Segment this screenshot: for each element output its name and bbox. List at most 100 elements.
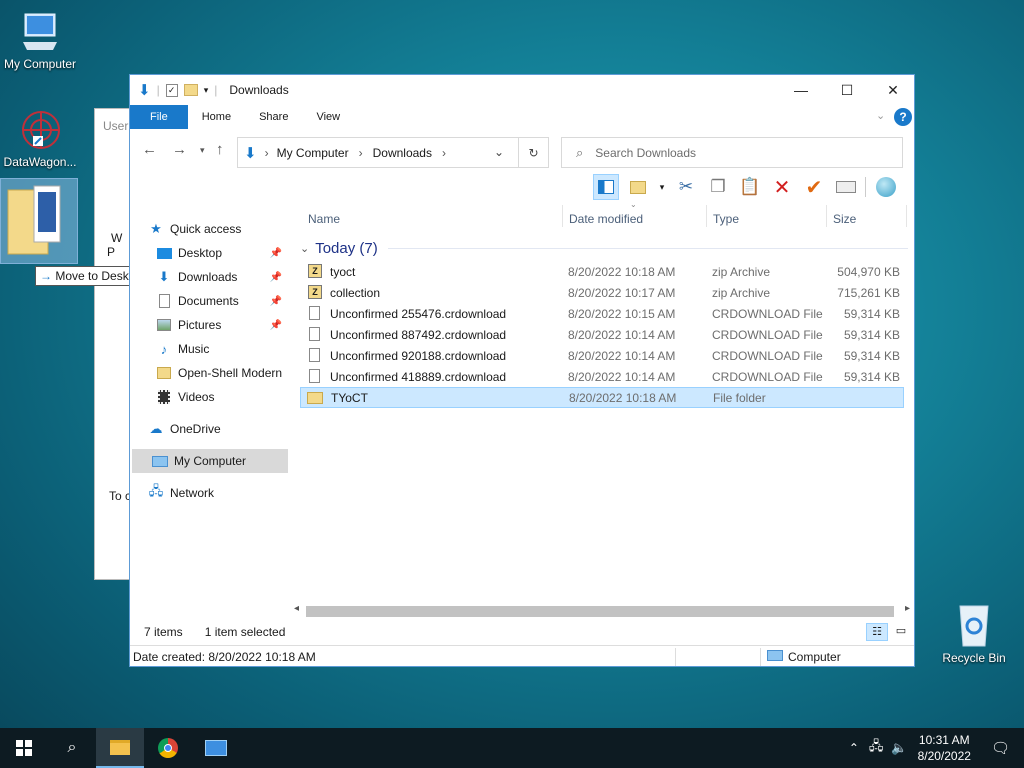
- properties-icon[interactable]: ✓: [165, 83, 178, 97]
- desktop-icon-label: My Computer: [3, 57, 77, 71]
- large-icons-view-button[interactable]: ▭: [891, 623, 911, 641]
- breadcrumb-downloads[interactable]: Downloads: [373, 146, 432, 160]
- nav-quick-access[interactable]: ★ Quick access: [148, 217, 304, 241]
- file-size: 59,314 KB: [843, 306, 900, 321]
- maximize-button[interactable]: ☐: [824, 75, 870, 105]
- nav-label: Music: [178, 342, 210, 356]
- column-header-size[interactable]: Size: [833, 207, 856, 231]
- taskbar-file-explorer[interactable]: [96, 728, 144, 768]
- nav-desktop[interactable]: Desktop 📌: [156, 241, 286, 265]
- nav-documents[interactable]: Documents 📌: [156, 289, 286, 313]
- tab-home[interactable]: Home: [188, 105, 245, 129]
- cut-button[interactable]: ✂: [673, 174, 699, 200]
- address-dropdown-icon[interactable]: ⌄: [494, 145, 504, 159]
- breadcrumb-separator[interactable]: ›: [359, 146, 363, 160]
- new-folder-icon[interactable]: [183, 84, 198, 96]
- clock[interactable]: 10:31 AM 8/20/2022: [908, 732, 981, 764]
- explorer-window[interactable]: ⬇ | ✓ ▾ | Downloads — ☐ ✕ File Home Shar…: [129, 74, 915, 667]
- group-header[interactable]: ⌄ Today (7): [298, 237, 908, 259]
- column-separator[interactable]: [706, 205, 707, 227]
- column-header-date[interactable]: Date modified: [569, 207, 643, 231]
- folder-view-icon: [630, 180, 646, 194]
- globe-button[interactable]: [873, 174, 899, 200]
- nav-label: Videos: [178, 390, 215, 404]
- table-row[interactable]: Unconfirmed 255476.crdownload 8/20/2022 1…: [300, 303, 904, 324]
- file-name: Unconfirmed 255476.crdownload: [330, 306, 507, 321]
- copy-button[interactable]: ❐: [705, 174, 731, 200]
- tab-share[interactable]: Share: [245, 105, 302, 129]
- rename-button[interactable]: [833, 174, 859, 200]
- desktop-icon-my-computer[interactable]: My Computer: [0, 10, 80, 71]
- delete-button[interactable]: ✕: [769, 174, 795, 200]
- file-type: zip Archive: [712, 285, 771, 300]
- breadcrumb-separator[interactable]: ›: [265, 146, 269, 160]
- taskbar-app[interactable]: [192, 728, 240, 768]
- table-row[interactable]: Zcollection 8/20/2022 10:17 AM zip Archive…: [300, 282, 904, 303]
- scrollbar-thumb[interactable]: [306, 606, 894, 617]
- title-bar[interactable]: ⬇ | ✓ ▾ | Downloads — ☐ ✕: [130, 75, 914, 105]
- search-icon: ⌕: [576, 144, 584, 160]
- address-bar[interactable]: ⬇ › My Computer › Downloads › ⌄: [237, 137, 549, 168]
- column-separator[interactable]: [906, 205, 907, 227]
- minimize-button[interactable]: —: [778, 75, 824, 105]
- scroll-left-icon[interactable]: ◂: [294, 603, 299, 614]
- nav-downloads[interactable]: ⬇ Downloads 📌: [156, 265, 286, 289]
- refresh-button[interactable]: ↻: [518, 137, 548, 168]
- network-status-icon[interactable]: 🖧: [869, 737, 884, 759]
- table-row[interactable]: Ztyoct 8/20/2022 10:18 AM zip Archive 504,9…: [300, 261, 904, 282]
- window-title: Downloads: [229, 83, 289, 97]
- back-button[interactable]: ←: [142, 141, 157, 158]
- nav-pictures[interactable]: Pictures 📌: [156, 313, 286, 337]
- scissors-icon: ✂: [678, 177, 694, 196]
- chevron-down-icon[interactable]: ▾: [204, 85, 209, 96]
- tab-file[interactable]: File: [130, 105, 188, 129]
- chevron-up-icon[interactable]: ⌃: [849, 741, 859, 755]
- search-button[interactable]: ⌕: [48, 728, 96, 768]
- chevron-down-icon[interactable]: ⌄: [876, 109, 885, 122]
- nav-music[interactable]: ♪ Music: [156, 337, 286, 361]
- details-view-button[interactable]: ☷: [866, 623, 888, 641]
- tab-view[interactable]: View: [302, 105, 354, 129]
- table-row[interactable]: Unconfirmed 920188.crdownload 8/20/2022 1…: [300, 345, 904, 366]
- select-button[interactable]: ✔: [801, 174, 827, 200]
- help-icon[interactable]: ?: [894, 108, 912, 126]
- scroll-right-icon[interactable]: ▸: [905, 603, 910, 614]
- column-header-type[interactable]: Type: [713, 207, 739, 231]
- file-list[interactable]: Name Date modified ⌄ Type Size ⌄ Today (…: [298, 200, 914, 613]
- search-input[interactable]: ⌕ Search Downloads: [561, 137, 903, 168]
- nav-videos[interactable]: Videos: [156, 385, 286, 409]
- column-header-name[interactable]: Name: [308, 207, 340, 231]
- desktop-icon-recycle-bin[interactable]: Recycle Bin: [934, 600, 1014, 665]
- nav-network[interactable]: 🖧 Network: [148, 481, 304, 505]
- nav-onedrive[interactable]: ☁ OneDrive: [148, 417, 304, 441]
- nav-open-shell-modern[interactable]: Open-Shell Modern: [156, 361, 288, 385]
- taskbar-chrome[interactable]: [144, 728, 192, 768]
- volume-icon[interactable]: 🔈: [891, 740, 907, 756]
- down-arrow-icon[interactable]: ⬇: [138, 81, 151, 99]
- group-divider: [388, 248, 908, 249]
- table-row[interactable]: Unconfirmed 887492.crdownload 8/20/2022 1…: [300, 324, 904, 345]
- forward-button[interactable]: →: [172, 141, 187, 158]
- column-separator[interactable]: [826, 205, 827, 227]
- breadcrumb-separator[interactable]: ›: [442, 146, 446, 160]
- background-window-footer: To c: [109, 489, 132, 503]
- start-button[interactable]: [0, 728, 48, 768]
- rename-icon: [836, 181, 856, 193]
- navigation-pane-button[interactable]: [593, 174, 619, 200]
- close-button[interactable]: ✕: [870, 75, 916, 105]
- table-row[interactable]: TYoCT 8/20/2022 10:18 AM File folder: [300, 387, 904, 408]
- column-separator[interactable]: [562, 205, 563, 227]
- recent-locations-button[interactable]: ▾: [200, 145, 205, 156]
- background-window[interactable]: User W P To c: [94, 108, 134, 580]
- notifications-icon[interactable]: 🗨: [991, 739, 1010, 757]
- view-dropdown[interactable]: ▾: [657, 174, 667, 200]
- table-row[interactable]: Unconfirmed 418889.crdownload 8/20/2022 1…: [300, 366, 904, 387]
- nav-my-computer[interactable]: My Computer: [132, 449, 288, 473]
- view-button[interactable]: [625, 174, 651, 200]
- horizontal-scrollbar[interactable]: ◂ ▸: [292, 603, 914, 620]
- breadcrumb-my-computer[interactable]: My Computer: [277, 146, 349, 160]
- up-button[interactable]: ↑: [216, 141, 224, 158]
- music-icon: ♪: [160, 341, 168, 357]
- desktop-icon-datawagon[interactable]: DataWagon...: [0, 108, 80, 169]
- paste-button[interactable]: 📋: [737, 174, 763, 200]
